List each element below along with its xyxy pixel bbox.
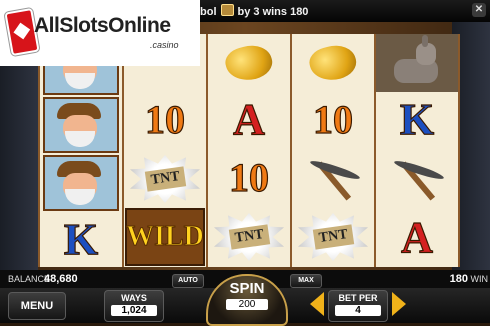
miner-icon	[43, 155, 119, 211]
reel-1: K	[38, 34, 124, 267]
reel-3: A 10 TNT	[206, 34, 292, 267]
bet-per-label: BET PER	[338, 293, 378, 303]
reel-2: 10 TNT WILD	[122, 34, 208, 267]
tnt-icon: TNT	[130, 155, 200, 203]
control-panel: MENU WAYS 1,024 AUTO SPIN 200 MAX BET PE…	[0, 274, 490, 326]
symbol-tnt: TNT	[124, 150, 206, 208]
ways-value: 1,024	[111, 305, 157, 316]
logo-suffix: .casino	[150, 40, 179, 50]
pickaxe-icon	[385, 152, 449, 202]
win-suffix: by 3 wins 180	[237, 6, 309, 18]
win-message: bol by 3 wins 180	[200, 4, 308, 18]
symbol-a: A	[401, 212, 434, 262]
bet-per-value: 4	[335, 305, 381, 316]
reel-5: K A	[374, 34, 460, 267]
symbol-pickaxe	[292, 148, 374, 206]
win-value: 180	[449, 273, 468, 285]
bet-per-display: BET PER 4	[328, 290, 388, 322]
gold-nugget-icon	[220, 4, 234, 16]
total-bet-value: 200	[226, 299, 268, 310]
menu-button[interactable]: MENU	[8, 292, 66, 320]
symbol-tnt: TNT	[208, 208, 290, 266]
symbol-miner	[40, 154, 122, 212]
symbol-miner	[40, 96, 122, 154]
symbol-k: K	[399, 94, 435, 144]
spin-button[interactable]: SPIN 200	[206, 274, 288, 326]
balance-value: 48,680	[44, 273, 78, 285]
win-prefix: bol	[200, 6, 217, 18]
symbol-10: 10	[144, 96, 185, 142]
wild-icon: WILD	[125, 208, 205, 266]
ways-label: WAYS	[121, 293, 147, 303]
symbol-gold-nugget	[292, 34, 374, 92]
win-label: WIN	[470, 274, 489, 284]
reel-4: 10 TNT	[290, 34, 376, 267]
symbol-donkey	[376, 34, 458, 92]
symbol-k: K	[63, 214, 99, 264]
auto-button[interactable]: AUTO	[172, 274, 204, 288]
casino-logo: AllSlotsOnline .casino	[0, 0, 200, 66]
logo-brand: AllSlotsOnline	[34, 14, 171, 37]
bet-decrease-arrow-icon[interactable]	[310, 292, 324, 316]
donkey-icon	[388, 35, 446, 87]
ways-display: WAYS 1,024	[104, 290, 164, 322]
symbol-a: A	[233, 94, 266, 144]
symbol-wild: WILD	[124, 208, 206, 266]
max-bet-button[interactable]: MAX	[290, 274, 322, 288]
tnt-icon: TNT	[298, 213, 368, 261]
symbol-10: 10	[228, 154, 269, 200]
symbol-pickaxe	[376, 148, 458, 206]
miner-icon	[43, 97, 119, 153]
gold-nugget-icon	[306, 40, 360, 86]
bet-increase-arrow-icon[interactable]	[392, 292, 406, 316]
tnt-icon: TNT	[214, 213, 284, 261]
symbol-10: 10	[312, 96, 353, 142]
symbol-gold-nugget	[208, 34, 290, 92]
spin-label: SPIN	[229, 280, 265, 297]
pickaxe-icon	[301, 152, 365, 202]
close-icon[interactable]: ✕	[472, 3, 486, 17]
symbol-tnt: TNT	[292, 208, 374, 266]
gold-nugget-icon	[222, 40, 276, 86]
